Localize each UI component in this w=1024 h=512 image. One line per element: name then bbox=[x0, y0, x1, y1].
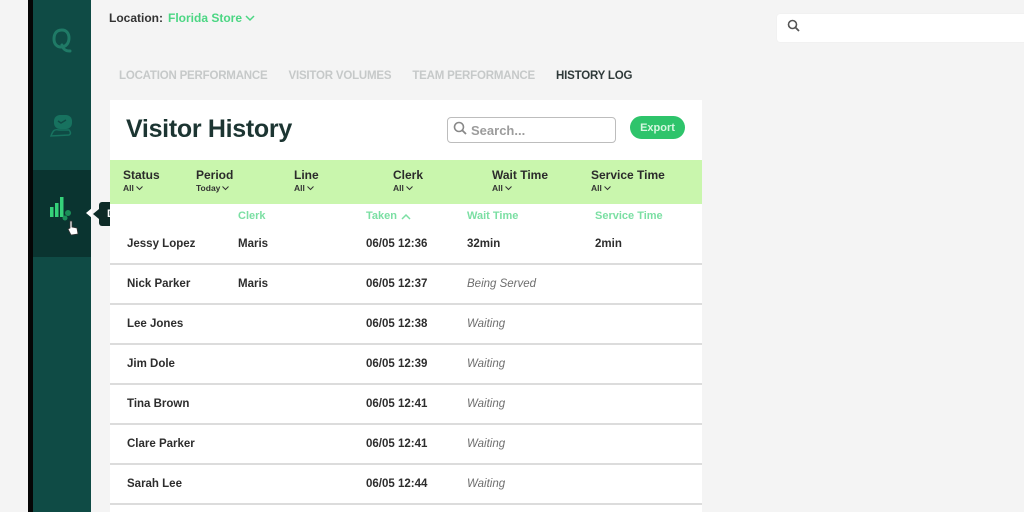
table-row[interactable]: Tina Brown 06/05 12:41 Waiting bbox=[110, 385, 702, 425]
filter-service-time[interactable]: Service Time All bbox=[591, 168, 665, 193]
table-row[interactable]: Sarah Lee 06/05 12:44 Waiting bbox=[110, 465, 702, 505]
filter-value-text: Today bbox=[196, 183, 221, 193]
filter-label: Line bbox=[294, 168, 319, 182]
column-header-clerk[interactable]: Clerk bbox=[238, 210, 266, 222]
filter-label: Period bbox=[196, 168, 234, 182]
search-icon bbox=[453, 121, 467, 140]
filter-value-text: All bbox=[393, 183, 404, 193]
tab-history-log[interactable]: HISTORY LOG bbox=[556, 70, 632, 82]
visitor-history-card: Visitor History Export Status All Period… bbox=[110, 100, 702, 512]
location-dropdown[interactable]: Florida Store bbox=[168, 11, 255, 25]
visitor-name: Lee Jones bbox=[127, 318, 184, 330]
clerk-name: Maris bbox=[238, 278, 269, 290]
filter-value: All bbox=[294, 183, 319, 193]
filter-status[interactable]: Status All bbox=[123, 168, 160, 193]
taken-time: 06/05 12:36 bbox=[366, 238, 428, 250]
wait-status: Waiting bbox=[467, 318, 506, 330]
table-row[interactable]: Jessy Lopez Maris 06/05 12:36 32min 2min bbox=[110, 225, 702, 265]
chevron-down-icon bbox=[604, 185, 611, 190]
history-search-input[interactable] bbox=[471, 122, 646, 138]
taken-time: 06/05 12:41 bbox=[366, 438, 428, 450]
global-search-input[interactable] bbox=[808, 14, 1024, 42]
page-title: Visitor History bbox=[126, 115, 292, 143]
table-row[interactable]: Jim Dole 06/05 12:39 Waiting bbox=[110, 345, 702, 385]
filter-value: Today bbox=[196, 183, 233, 193]
sort-ascending-icon bbox=[401, 213, 411, 220]
filter-label: Status bbox=[123, 168, 160, 182]
visitor-name: Jessy Lopez bbox=[127, 238, 196, 250]
tooltip-pointer bbox=[86, 208, 92, 218]
taken-time: 06/05 12:44 bbox=[366, 478, 428, 490]
table-row[interactable]: Lee Jones 06/05 12:38 Waiting bbox=[110, 305, 702, 345]
sidebar bbox=[33, 0, 91, 512]
search-icon bbox=[787, 19, 800, 37]
column-header-wait-time[interactable]: Wait Time bbox=[467, 210, 518, 222]
visitor-name: Clare Parker bbox=[127, 438, 195, 450]
chat-icon bbox=[47, 110, 77, 145]
chevron-down-icon bbox=[222, 185, 230, 190]
location-value: Florida Store bbox=[168, 11, 243, 25]
chevron-down-icon bbox=[505, 185, 512, 190]
filter-wait-time[interactable]: Wait Time All bbox=[492, 168, 548, 193]
export-button[interactable]: Export bbox=[630, 116, 685, 139]
tab-visitor-volumes[interactable]: VISITOR VOLUMES bbox=[288, 70, 391, 82]
filter-label: Wait Time bbox=[492, 168, 549, 182]
clerk-name: Maris bbox=[238, 238, 269, 250]
filter-label: Clerk bbox=[393, 168, 424, 182]
service-time: 2min bbox=[595, 238, 622, 250]
chevron-down-icon bbox=[406, 185, 413, 190]
location-label: Location: bbox=[109, 11, 163, 25]
filter-value-text: All bbox=[294, 183, 305, 193]
filter-line[interactable]: Line All bbox=[294, 168, 319, 193]
chevron-down-icon bbox=[245, 11, 255, 25]
wait-status: Waiting bbox=[467, 358, 506, 370]
filter-value: All bbox=[123, 183, 160, 193]
wait-status: Waiting bbox=[467, 478, 506, 490]
filter-value-text: All bbox=[492, 183, 503, 193]
tab-team-performance[interactable]: TEAM PERFORMANCE bbox=[412, 70, 535, 82]
taken-time: 06/05 12:38 bbox=[366, 318, 428, 330]
wait-status: Being Served bbox=[467, 278, 537, 290]
global-search[interactable] bbox=[777, 14, 1024, 42]
column-header-service-time[interactable]: Service Time bbox=[595, 210, 663, 222]
taken-time: 06/05 12:41 bbox=[366, 398, 428, 410]
filter-value: All bbox=[591, 183, 665, 193]
cursor-hand-icon bbox=[66, 220, 80, 241]
tab-location-performance[interactable]: LOCATION PERFORMANCE bbox=[119, 70, 268, 82]
screen-edge bbox=[0, 0, 34, 512]
visitor-name: Sarah Lee bbox=[127, 478, 182, 490]
table-row[interactable]: Clare Parker 06/05 12:41 Waiting bbox=[110, 425, 702, 465]
sidebar-item-home[interactable] bbox=[33, 18, 91, 68]
filter-value-text: All bbox=[123, 183, 134, 193]
filter-value: All bbox=[492, 183, 548, 193]
filter-value: All bbox=[393, 183, 423, 193]
filter-value-text: All bbox=[591, 183, 602, 193]
table-body: Jessy Lopez Maris 06/05 12:36 32min 2min… bbox=[110, 225, 702, 505]
filter-label: Service Time bbox=[591, 168, 665, 182]
wait-status: Waiting bbox=[467, 398, 506, 410]
sidebar-item-messages[interactable] bbox=[33, 100, 91, 155]
filter-clerk[interactable]: Clerk All bbox=[393, 168, 423, 193]
history-search[interactable] bbox=[447, 117, 646, 143]
taken-time: 06/05 12:37 bbox=[366, 278, 428, 290]
chevron-down-icon bbox=[136, 185, 143, 190]
table-row[interactable]: Nick Parker Maris 06/05 12:37 Being Serv… bbox=[110, 265, 702, 305]
column-header-taken-label: Taken bbox=[366, 210, 397, 222]
wait-status: Waiting bbox=[467, 438, 506, 450]
visitor-name: Tina Brown bbox=[127, 398, 190, 410]
visitor-name: Nick Parker bbox=[127, 278, 191, 290]
column-header-taken[interactable]: Taken bbox=[366, 210, 411, 222]
taken-time: 06/05 12:39 bbox=[366, 358, 428, 370]
tab-bar: LOCATION PERFORMANCE VISITOR VOLUMES TEA… bbox=[119, 70, 653, 82]
q-logo-icon bbox=[51, 27, 73, 60]
filter-bar: Status All Period Today Line All Clerk A… bbox=[110, 160, 702, 204]
wait-time: 32min bbox=[467, 238, 501, 250]
location-selector: Location: Florida Store bbox=[109, 11, 255, 25]
chevron-down-icon bbox=[307, 185, 314, 190]
filter-period[interactable]: Period Today bbox=[196, 168, 233, 193]
visitor-name: Jim Dole bbox=[127, 358, 175, 370]
sidebar-item-data-insights[interactable] bbox=[33, 170, 91, 257]
